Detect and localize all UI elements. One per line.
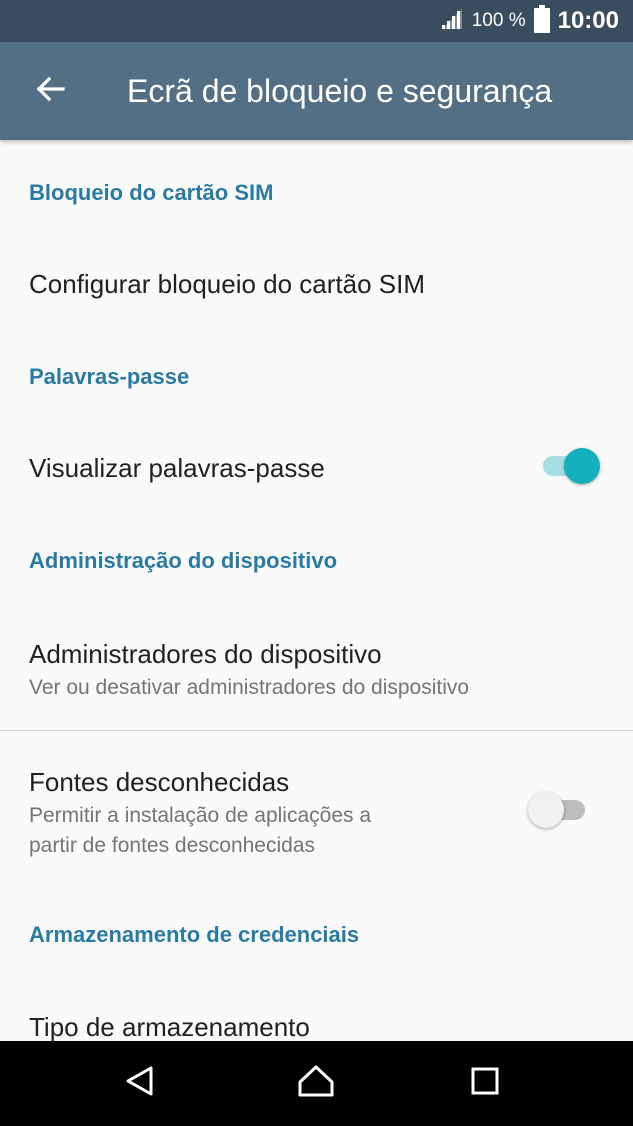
home-icon bbox=[297, 1064, 335, 1103]
item-subtitle-line-1: Permitir a instalação de aplicações a bbox=[29, 804, 372, 827]
section-header-passwords: Palavras-passe bbox=[29, 364, 190, 389]
item-title: Fontes desconhecidas bbox=[29, 767, 290, 797]
toggle-thumb bbox=[528, 792, 564, 828]
status-bar: 100 % 10:00 bbox=[0, 0, 633, 42]
list-item-show-passwords[interactable]: Visualizar palavras-passe bbox=[0, 416, 633, 516]
page-title: Ecrã de bloqueio e segurança bbox=[127, 73, 553, 109]
battery-percentage: 100 % bbox=[471, 10, 526, 31]
item-title: Administradores do dispositivo bbox=[29, 639, 382, 669]
nav-back-button[interactable] bbox=[110, 1053, 170, 1113]
list-item-unknown-sources[interactable]: Fontes desconhecidas Permitir a instalaç… bbox=[0, 731, 633, 891]
item-title: Tipo de armazenamento bbox=[29, 1012, 310, 1041]
section-header-credential-storage: Armazenamento de credenciais bbox=[29, 922, 360, 947]
signal-icon bbox=[438, 7, 464, 36]
list-item-device-administrators[interactable]: Administradores do dispositivo Ver ou de… bbox=[0, 602, 633, 730]
section-header-sim-lock: Bloqueio do cartão SIM bbox=[29, 180, 274, 205]
recents-icon bbox=[470, 1066, 500, 1101]
nav-home-button[interactable] bbox=[286, 1053, 346, 1113]
item-subtitle: Ver ou desativar administradores do disp… bbox=[29, 676, 470, 699]
nav-recents-button[interactable] bbox=[455, 1053, 515, 1113]
back-arrow-icon bbox=[35, 76, 65, 107]
settings-list: Bloqueio do cartão SIM Configurar bloque… bbox=[0, 140, 633, 1041]
list-item-storage-type[interactable]: Tipo de armazenamento bbox=[0, 974, 633, 1041]
navigation-bar bbox=[0, 1041, 633, 1126]
clock: 10:00 bbox=[557, 7, 619, 34]
back-triangle-icon bbox=[124, 1065, 156, 1102]
status-icons: 100 % 10:00 bbox=[438, 0, 619, 42]
item-subtitle-line-2: partir de fontes desconhecidas bbox=[29, 834, 316, 857]
app-bar: Ecrã de bloqueio e segurança bbox=[0, 42, 633, 140]
list-item-sim-lock[interactable]: Configurar bloqueio do cartão SIM bbox=[0, 232, 633, 332]
item-title: Configurar bloqueio do cartão SIM bbox=[29, 269, 426, 299]
show-passwords-toggle[interactable] bbox=[540, 445, 600, 485]
toggle-thumb bbox=[564, 448, 600, 484]
section-header-device-admin: Administração do dispositivo bbox=[29, 548, 338, 573]
unknown-sources-toggle[interactable] bbox=[528, 789, 588, 829]
item-title: Visualizar palavras-passe bbox=[29, 453, 325, 483]
battery-icon bbox=[533, 4, 550, 38]
back-button[interactable] bbox=[22, 67, 78, 115]
